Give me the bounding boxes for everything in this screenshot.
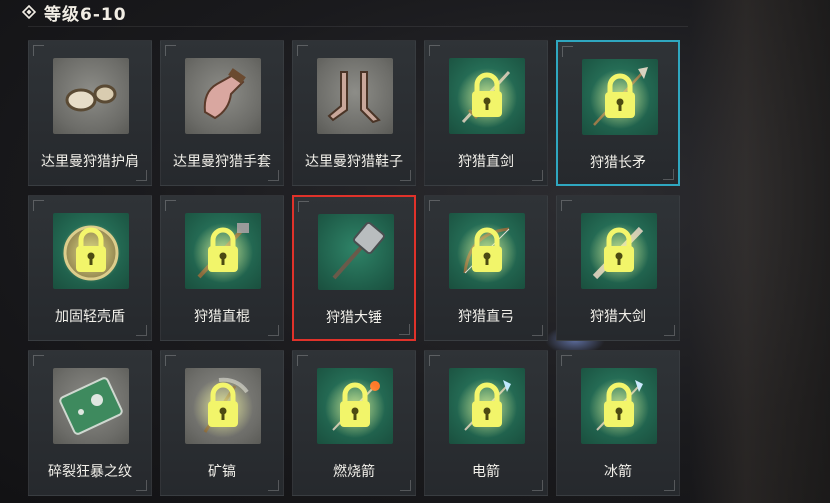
lock-icon: [185, 213, 261, 289]
item-label: 加固轻壳盾: [55, 309, 125, 325]
item-label: 达里曼狩猎护肩: [41, 154, 139, 170]
item-card-hammer[interactable]: 狩猎大锤: [292, 195, 416, 341]
item-label: 矿镐: [208, 464, 236, 480]
item-label: 电箭: [472, 464, 500, 480]
background-shelf: [690, 0, 830, 503]
item-card-glove[interactable]: 达里曼狩猎手套: [160, 40, 284, 186]
level-title: 等级6-10: [44, 4, 127, 25]
lock-icon: [449, 368, 525, 444]
item-card-shoulder-pad[interactable]: 达里曼狩猎护肩: [28, 40, 152, 186]
shoulder-pad-icon: [53, 58, 129, 134]
item-card-greatsword[interactable]: 狩猎大剑: [556, 195, 680, 341]
item-card-staff[interactable]: 狩猎直棍: [160, 195, 284, 341]
lock-icon: [317, 368, 393, 444]
item-card-shield[interactable]: 加固轻壳盾: [28, 195, 152, 341]
item-label: 狩猎长矛: [590, 155, 646, 171]
item-label: 达里曼狩猎鞋子: [305, 154, 403, 170]
item-card-bow[interactable]: 狩猎直弓: [424, 195, 548, 341]
item-card-pickaxe[interactable]: 矿镐: [160, 350, 284, 496]
boots-icon: [317, 58, 393, 134]
hammer-icon: [318, 214, 394, 290]
item-label: 冰箭: [604, 464, 632, 480]
lock-icon: [53, 213, 129, 289]
item-label: 狩猎直弓: [458, 309, 514, 325]
lock-icon: [581, 368, 657, 444]
circuit-chip-icon: [53, 368, 129, 444]
lock-icon: [449, 213, 525, 289]
item-label: 碎裂狂暴之纹: [48, 464, 132, 480]
item-card-ice-arrow[interactable]: 冰箭: [556, 350, 680, 496]
item-label: 燃烧箭: [333, 464, 375, 480]
item-label: 达里曼狩猎手套: [173, 154, 271, 170]
item-card-electric-arrow[interactable]: 电箭: [424, 350, 548, 496]
lock-icon: [185, 368, 261, 444]
item-card-spear[interactable]: 狩猎长矛: [556, 40, 680, 186]
lock-icon: [449, 58, 525, 134]
level-header: 等级6-10: [0, 0, 127, 25]
lock-icon: [582, 59, 658, 135]
item-label: 狩猎直棍: [194, 309, 250, 325]
item-label: 狩猎大锤: [326, 310, 382, 326]
glove-icon: [185, 58, 261, 134]
lock-icon: [581, 213, 657, 289]
item-label: 狩猎直剑: [458, 154, 514, 170]
item-label: 狩猎大剑: [590, 309, 646, 325]
item-card-circuit-chip[interactable]: 碎裂狂暴之纹: [28, 350, 152, 496]
header-divider: [28, 26, 688, 27]
item-card-boots[interactable]: 达里曼狩猎鞋子: [292, 40, 416, 186]
item-card-fire-arrow[interactable]: 燃烧箭: [292, 350, 416, 496]
item-card-sword[interactable]: 狩猎直剑: [424, 40, 548, 186]
diamond-icon: [22, 5, 36, 19]
